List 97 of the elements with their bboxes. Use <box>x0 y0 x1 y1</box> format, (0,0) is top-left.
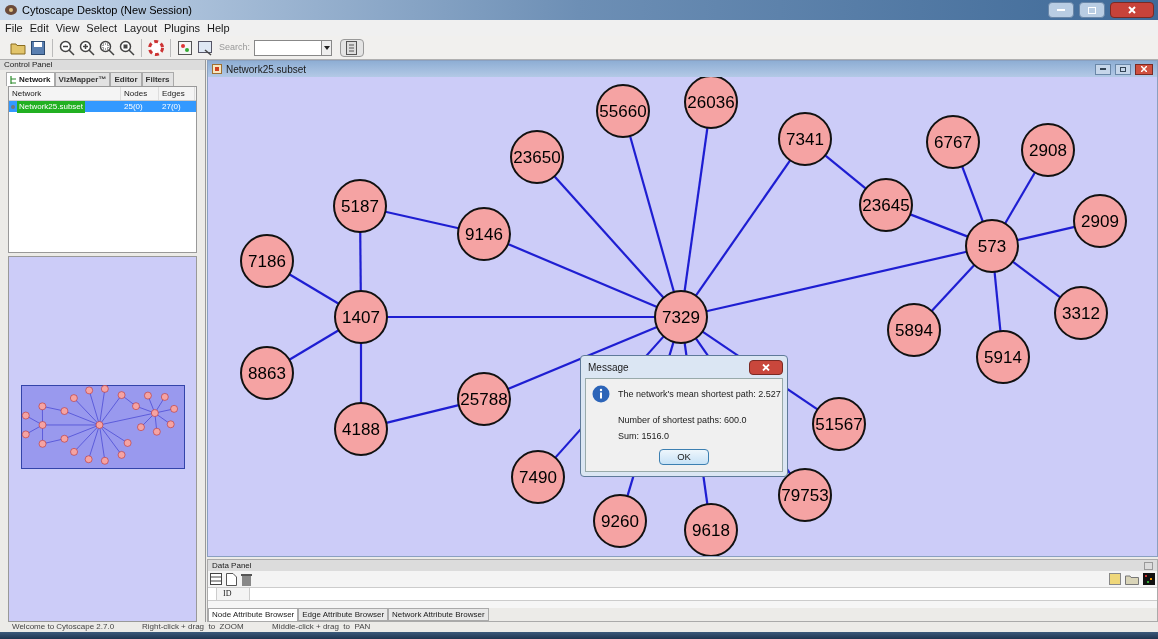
maximize-button[interactable] <box>1115 63 1131 75</box>
node[interactable]: 5187 <box>333 179 387 233</box>
menu-item[interactable]: Edit <box>28 19 50 37</box>
tab[interactable]: Node Attribute Browser <box>208 608 299 621</box>
close-button[interactable] <box>1135 63 1153 75</box>
zoom-out-icon[interactable] <box>59 39 75 56</box>
edge <box>288 329 340 361</box>
node[interactable]: 3312 <box>1054 286 1108 340</box>
node[interactable]: 5914 <box>976 330 1030 384</box>
maximize-button[interactable] <box>1079 2 1105 18</box>
tab[interactable]: Editor <box>110 72 142 86</box>
column-header[interactable]: Edges <box>159 87 195 100</box>
app-icon <box>4 4 18 16</box>
node[interactable]: 26036 <box>684 77 738 129</box>
dropdown-caret-icon[interactable] <box>323 45 330 50</box>
node[interactable]: 23645 <box>859 178 913 232</box>
menu-item[interactable]: Help <box>206 19 231 37</box>
node[interactable]: 6767 <box>926 115 980 169</box>
tab[interactable]: Network Attribute Browser <box>388 608 489 621</box>
panel-title: Data Panel <box>212 560 252 571</box>
document-icon <box>346 40 359 55</box>
bullet-icon <box>11 104 15 109</box>
zoom-selected-icon[interactable] <box>99 39 115 56</box>
node[interactable]: 1407 <box>334 290 388 344</box>
new-network-icon[interactable] <box>177 39 193 56</box>
tree-icon <box>10 75 17 84</box>
node[interactable]: 79753 <box>778 468 832 522</box>
edge <box>359 343 363 403</box>
zoom-in-icon[interactable] <box>79 39 95 56</box>
color-grid-icon[interactable] <box>1143 573 1155 585</box>
table-cell-text: 27(0) <box>161 100 182 113</box>
table-cell-text: 25(0) <box>123 100 144 113</box>
ok-button[interactable]: OK <box>659 448 709 465</box>
node[interactable]: 7490 <box>511 450 565 504</box>
save-icon[interactable] <box>30 39 46 56</box>
table-icon[interactable] <box>210 573 222 585</box>
menu-item[interactable]: Layout <box>122 19 158 37</box>
dialog-title: Message <box>588 360 629 375</box>
info-icon <box>592 385 610 403</box>
node[interactable]: 2908 <box>1021 123 1075 177</box>
close-icon <box>1128 6 1136 14</box>
network-icon <box>212 64 222 74</box>
tab[interactable]: VizMapper™ <box>54 72 111 86</box>
node[interactable]: 25788 <box>457 372 511 426</box>
create-view-icon[interactable] <box>197 39 213 56</box>
edge <box>993 271 1002 332</box>
menu-item[interactable]: View <box>54 19 81 37</box>
document-icon[interactable] <box>226 572 237 586</box>
node[interactable]: 7329 <box>654 290 708 344</box>
message-text: Number of shortest paths: 600.0 <box>618 413 748 427</box>
close-icon <box>762 363 770 371</box>
folder-icon[interactable] <box>1125 573 1139 585</box>
node[interactable]: 4188 <box>334 402 388 456</box>
edge <box>288 273 340 305</box>
node[interactable]: 9146 <box>457 207 511 261</box>
help-ring-icon[interactable] <box>148 39 164 56</box>
node[interactable]: 9618 <box>684 503 738 556</box>
message-text: Sum: 1516.0 <box>618 430 671 443</box>
node[interactable]: 573 <box>965 219 1019 273</box>
menu-item[interactable]: File <box>4 19 24 37</box>
message-text: The network's mean shortest path: 2.527 <box>618 388 781 401</box>
node[interactable]: 51567 <box>812 397 866 451</box>
minimize-button[interactable] <box>1095 63 1111 75</box>
node[interactable]: 7341 <box>778 112 832 166</box>
column-header[interactable]: Network <box>9 87 121 100</box>
tab[interactable]: Network <box>6 72 55 86</box>
node[interactable]: 5894 <box>887 303 941 357</box>
edge <box>1012 260 1061 299</box>
panel-title: Control Panel <box>4 60 53 70</box>
status-text: Middle-click + drag to PAN <box>272 621 372 633</box>
column-header[interactable]: ID <box>216 588 250 600</box>
network-title: Network25.subset <box>226 62 307 77</box>
search-label: Search: <box>219 40 251 54</box>
search-button[interactable] <box>340 38 365 57</box>
search-field[interactable] <box>254 39 333 56</box>
trash-icon[interactable] <box>241 572 252 586</box>
close-icon <box>1141 66 1147 72</box>
zoom-fit-icon[interactable] <box>119 39 135 56</box>
tab[interactable]: Filters <box>141 72 174 86</box>
node[interactable]: 2909 <box>1073 194 1127 248</box>
edge <box>359 232 362 291</box>
column-header[interactable]: Nodes <box>121 87 159 100</box>
minimize-button[interactable] <box>1048 2 1074 18</box>
node[interactable]: 9260 <box>593 494 647 548</box>
close-button[interactable] <box>749 359 783 375</box>
node[interactable]: 7186 <box>240 234 294 288</box>
node[interactable]: 23650 <box>510 130 564 184</box>
node[interactable]: 55660 <box>596 84 650 138</box>
menu-item[interactable]: Plugins <box>162 19 202 37</box>
menu-item[interactable]: Select <box>85 19 118 37</box>
node[interactable]: 8863 <box>240 346 294 400</box>
window-title: Cytoscape Desktop (New Session) <box>22 2 192 18</box>
status-text: Right-click + drag to ZOOM <box>142 621 245 633</box>
close-button[interactable] <box>1110 2 1154 18</box>
tab[interactable]: Edge Attribute Browser <box>298 608 389 621</box>
status-text: Welcome to Cytoscape 2.7.0 <box>12 621 116 633</box>
edge <box>824 154 867 190</box>
